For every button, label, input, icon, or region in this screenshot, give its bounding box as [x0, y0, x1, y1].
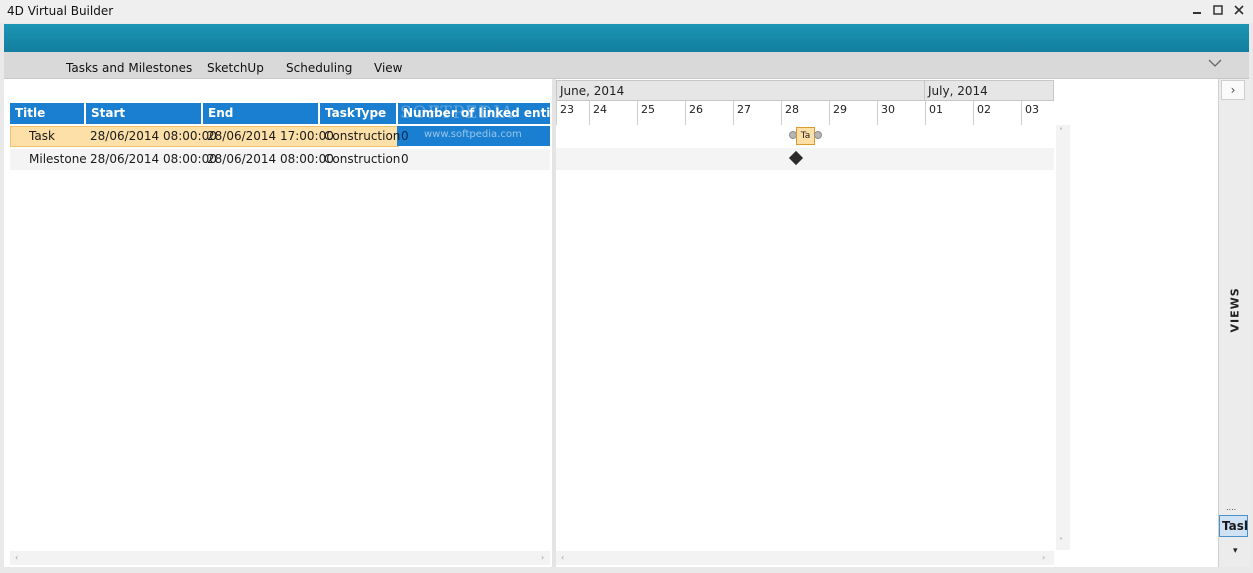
cell-tasktype[interactable]: Construction: [324, 126, 400, 147]
scroll-up-icon[interactable]: ˄: [1059, 127, 1063, 136]
cell-start[interactable]: 28/06/2014 08:00:00: [90, 126, 217, 147]
window-title: 4D Virtual Builder: [7, 4, 114, 18]
gantt-day-header: 28: [781, 101, 829, 125]
window-bottom-edge: [0, 567, 1253, 573]
dropdown-arrow-icon[interactable]: ▾: [1233, 546, 1238, 556]
cell-title[interactable]: Milestone: [29, 149, 87, 170]
chevron-down-icon[interactable]: [1207, 56, 1223, 70]
gantt-day-header: 24: [589, 101, 637, 125]
menu-item-tasks-and-milestones[interactable]: Tasks and Milestones: [66, 61, 192, 75]
gantt-day-header: 29: [829, 101, 877, 125]
menu-item-sketchup[interactable]: SketchUp: [207, 61, 264, 75]
minimize-icon[interactable]: [1188, 2, 1206, 20]
gantt-month-header: June, 2014: [556, 80, 925, 101]
grip-icon[interactable]: ....: [1226, 504, 1240, 512]
scroll-right-icon[interactable]: ›: [541, 553, 544, 562]
cell-linked-entities[interactable]: 0: [401, 126, 409, 147]
gantt-day-header: 30: [877, 101, 925, 125]
maximize-icon[interactable]: [1209, 2, 1227, 20]
gantt-day-header: 02: [973, 101, 1021, 125]
watermark: SOFTPEDIA: [400, 103, 515, 123]
expand-views-button[interactable]: ›: [1221, 80, 1245, 100]
views-panel-label[interactable]: VIEWS: [1223, 287, 1247, 334]
watermark-url: www.softpedia.com: [424, 129, 522, 140]
gantt-day-header: 01: [925, 101, 973, 125]
gantt-horizontal-scrollbar[interactable]: ‹ ›: [556, 551, 1054, 565]
gantt-day-header: 23: [556, 101, 589, 125]
cell-start[interactable]: 28/06/2014 08:00:00: [90, 149, 217, 170]
cell-linked-entities[interactable]: 0: [401, 149, 409, 170]
menu-item-view[interactable]: View: [374, 61, 402, 75]
views-tab-task[interactable]: Task: [1219, 515, 1248, 537]
task-bar-end-handle[interactable]: [814, 131, 822, 139]
column-header-end[interactable]: End: [203, 103, 320, 124]
gantt-row: [556, 148, 1054, 170]
gantt-vertical-scrollbar[interactable]: ˄ ˅: [1056, 125, 1070, 550]
column-header-title[interactable]: Title: [10, 103, 86, 124]
cell-title[interactable]: Task: [29, 126, 55, 147]
views-label-text: VIEWS: [1228, 287, 1242, 333]
close-icon[interactable]: [1230, 2, 1248, 20]
grid-horizontal-scrollbar[interactable]: ‹ ›: [10, 551, 550, 565]
gantt-day-header: 26: [685, 101, 733, 125]
column-header-start[interactable]: Start: [86, 103, 203, 124]
scroll-left-icon[interactable]: ‹: [561, 553, 564, 562]
gantt-month-header: July, 2014: [924, 80, 1054, 101]
cell-end[interactable]: 28/06/2014 08:00:00: [207, 149, 334, 170]
ribbon-band: [4, 24, 1249, 52]
scroll-down-icon[interactable]: ˅: [1059, 537, 1063, 546]
gantt-day-header: 03: [1021, 101, 1054, 125]
cell-end[interactable]: 28/06/2014 17:00:00: [207, 126, 334, 147]
scroll-left-icon[interactable]: ‹: [15, 553, 18, 562]
menu-item-scheduling[interactable]: Scheduling: [286, 61, 352, 75]
gantt-task-bar[interactable]: Ta: [796, 127, 815, 145]
scroll-right-icon[interactable]: ›: [1042, 553, 1045, 562]
cell-tasktype[interactable]: Construction: [324, 149, 400, 170]
title-bar: [0, 0, 1253, 23]
column-header-tasktype[interactable]: TaskType: [320, 103, 398, 124]
gantt-day-header: 27: [733, 101, 781, 125]
gantt-day-header: 25: [637, 101, 685, 125]
